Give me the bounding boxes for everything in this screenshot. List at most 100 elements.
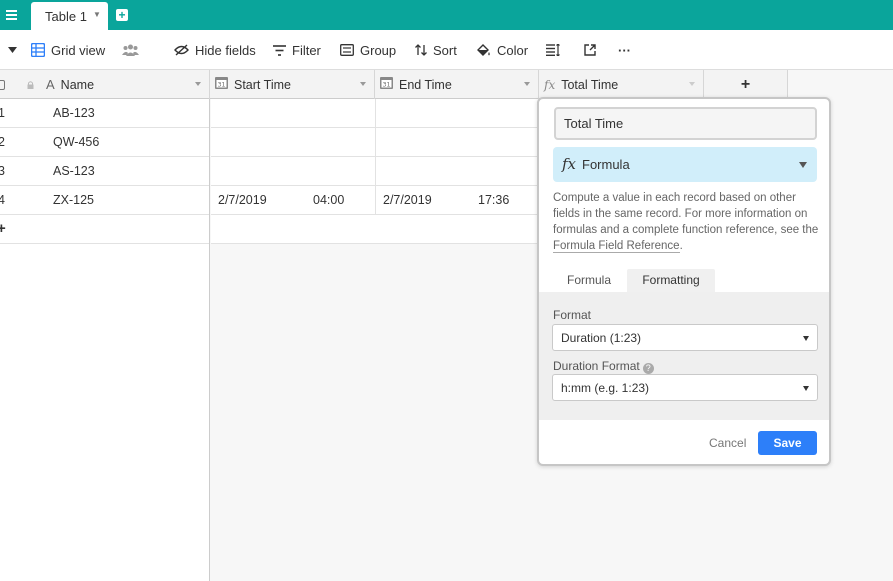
group-button[interactable]: Group <box>340 42 396 58</box>
table-row[interactable]: 2 QW-456 <box>0 128 209 157</box>
chevron-down-icon[interactable] <box>195 82 201 86</box>
field-type-select[interactable]: fx Formula <box>553 147 817 182</box>
config-tabs: Formula Formatting <box>553 269 819 292</box>
start-time-cell[interactable]: 04:00 <box>313 193 344 207</box>
share-view-icon[interactable] <box>122 42 145 58</box>
grid-right-pane: 2/7/2019 04:00 2/7/2019 17:36 <box>211 99 538 244</box>
sort-label: Sort <box>433 42 457 58</box>
field-config-panel: Total Time fx Formula Compute a value in… <box>537 97 831 466</box>
sort-icon <box>415 44 427 56</box>
chevron-down-icon[interactable] <box>360 82 366 86</box>
hide-fields-icon <box>174 44 189 56</box>
format-value: Duration (1:23) <box>561 331 642 345</box>
paint-bucket-icon <box>477 43 490 56</box>
table-row[interactable] <box>211 99 538 128</box>
add-row[interactable] <box>211 215 538 244</box>
hamburger-menu-icon[interactable] <box>5 8 19 22</box>
formula-icon: fx <box>562 155 577 173</box>
start-date-cell[interactable]: 2/7/2019 <box>218 193 267 207</box>
duration-format-label: Duration Format? <box>553 359 654 374</box>
top-bar: Table 1 ▼ + <box>0 0 893 30</box>
date-field-icon: 31 <box>380 77 393 92</box>
add-field-button[interactable]: + <box>704 70 788 99</box>
add-record-icon[interactable]: + <box>0 220 6 237</box>
column-end-label: End Time <box>399 77 452 92</box>
table-row[interactable]: 1 AB-123 <box>0 99 209 128</box>
tab-label: Table 1 <box>45 9 87 24</box>
name-cell[interactable]: ZX-125 <box>53 193 94 207</box>
grid-left-pane: 1 AB-123 2 QW-456 3 AS-123 4 ZX-125 + <box>0 99 210 581</box>
chevron-down-icon[interactable] <box>524 82 530 86</box>
name-cell[interactable]: QW-456 <box>53 135 99 149</box>
more-options-icon[interactable]: ··· <box>618 42 631 58</box>
row-number: 3 <box>0 164 5 178</box>
filter-icon <box>273 44 286 56</box>
share-external-icon[interactable] <box>584 42 602 58</box>
name-cell[interactable]: AS-123 <box>53 164 95 178</box>
row-height-icon[interactable] <box>546 42 566 58</box>
text-field-icon: A <box>46 77 55 92</box>
views-toggle-icon[interactable] <box>8 42 23 58</box>
cancel-button[interactable]: Cancel <box>709 436 746 450</box>
color-label: Color <box>497 42 529 58</box>
filter-button[interactable]: Filter <box>273 42 321 58</box>
svg-text:31: 31 <box>383 82 391 89</box>
grid-view-icon <box>31 43 45 57</box>
help-icon[interactable]: ? <box>642 363 654 374</box>
group-icon <box>340 44 354 56</box>
sort-button[interactable]: Sort <box>415 42 457 58</box>
field-description: Compute a value in each record based on … <box>553 190 819 254</box>
view-switcher-button[interactable]: Grid view <box>31 42 105 58</box>
description-text: Compute a value in each record based on … <box>553 192 819 236</box>
end-time-cell[interactable]: 17:36 <box>478 193 509 207</box>
row-number: 4 <box>0 193 5 207</box>
table-row[interactable]: 3 AS-123 <box>0 157 209 186</box>
description-end: . <box>679 240 683 252</box>
formula-reference-link[interactable]: Formula Field Reference <box>553 240 680 253</box>
duration-format-value: h:mm (e.g. 1:23) <box>561 381 650 395</box>
chevron-down-icon <box>799 162 807 168</box>
table-row[interactable] <box>211 128 538 157</box>
chevron-down-icon <box>803 386 809 391</box>
table-row[interactable] <box>211 157 538 186</box>
table-row[interactable]: 4 ZX-125 <box>0 186 209 215</box>
column-header-start-time[interactable]: 31 Start Time <box>210 70 375 99</box>
name-cell[interactable]: AB-123 <box>53 106 95 120</box>
hide-fields-label: Hide fields <box>195 42 256 58</box>
add-table-icon[interactable]: + <box>116 9 128 21</box>
chevron-down-icon[interactable] <box>689 82 695 86</box>
formatting-section: Format Duration (1:23) Duration Format? … <box>539 292 829 420</box>
lock-icon <box>27 78 34 92</box>
duration-format-select[interactable]: h:mm (e.g. 1:23) <box>552 374 818 401</box>
format-label: Format <box>553 308 592 322</box>
field-name-input[interactable]: Total Time <box>554 107 817 140</box>
date-field-icon: 31 <box>215 77 228 92</box>
filter-label: Filter <box>292 42 321 58</box>
format-select[interactable]: Duration (1:23) <box>552 324 818 351</box>
column-start-label: Start Time <box>234 77 291 92</box>
group-label: Group <box>360 42 397 58</box>
view-name: Grid view <box>51 42 106 58</box>
hide-fields-button[interactable]: Hide fields <box>174 42 256 58</box>
tab-table-1[interactable]: Table 1 ▼ <box>31 2 108 30</box>
grid-header: A Name 31 Start Time 31 End Time fx Tota… <box>0 70 788 99</box>
select-all-checkbox[interactable] <box>0 79 5 90</box>
table-row[interactable]: 2/7/2019 04:00 2/7/2019 17:36 <box>211 186 538 215</box>
column-header-name[interactable]: A Name <box>0 70 210 99</box>
tab-formatting[interactable]: Formatting <box>627 269 715 292</box>
chevron-down-icon <box>803 336 809 341</box>
add-row[interactable]: + <box>0 215 209 244</box>
row-number: 2 <box>0 135 5 149</box>
view-toolbar: Grid view Hide fields Filter Group Sort … <box>0 30 893 70</box>
row-number: 1 <box>0 106 5 120</box>
chevron-down-icon[interactable]: ▼ <box>93 10 101 19</box>
svg-text:31: 31 <box>218 82 226 89</box>
save-button[interactable]: Save <box>758 431 817 455</box>
tab-formula[interactable]: Formula <box>553 269 625 292</box>
column-name-label: Name <box>60 77 95 92</box>
formula-field-icon: fx <box>544 77 556 92</box>
column-header-total-time[interactable]: fx Total Time <box>539 70 704 99</box>
color-button[interactable]: Color <box>477 42 528 58</box>
end-date-cell[interactable]: 2/7/2019 <box>383 193 432 207</box>
column-header-end-time[interactable]: 31 End Time <box>375 70 539 99</box>
